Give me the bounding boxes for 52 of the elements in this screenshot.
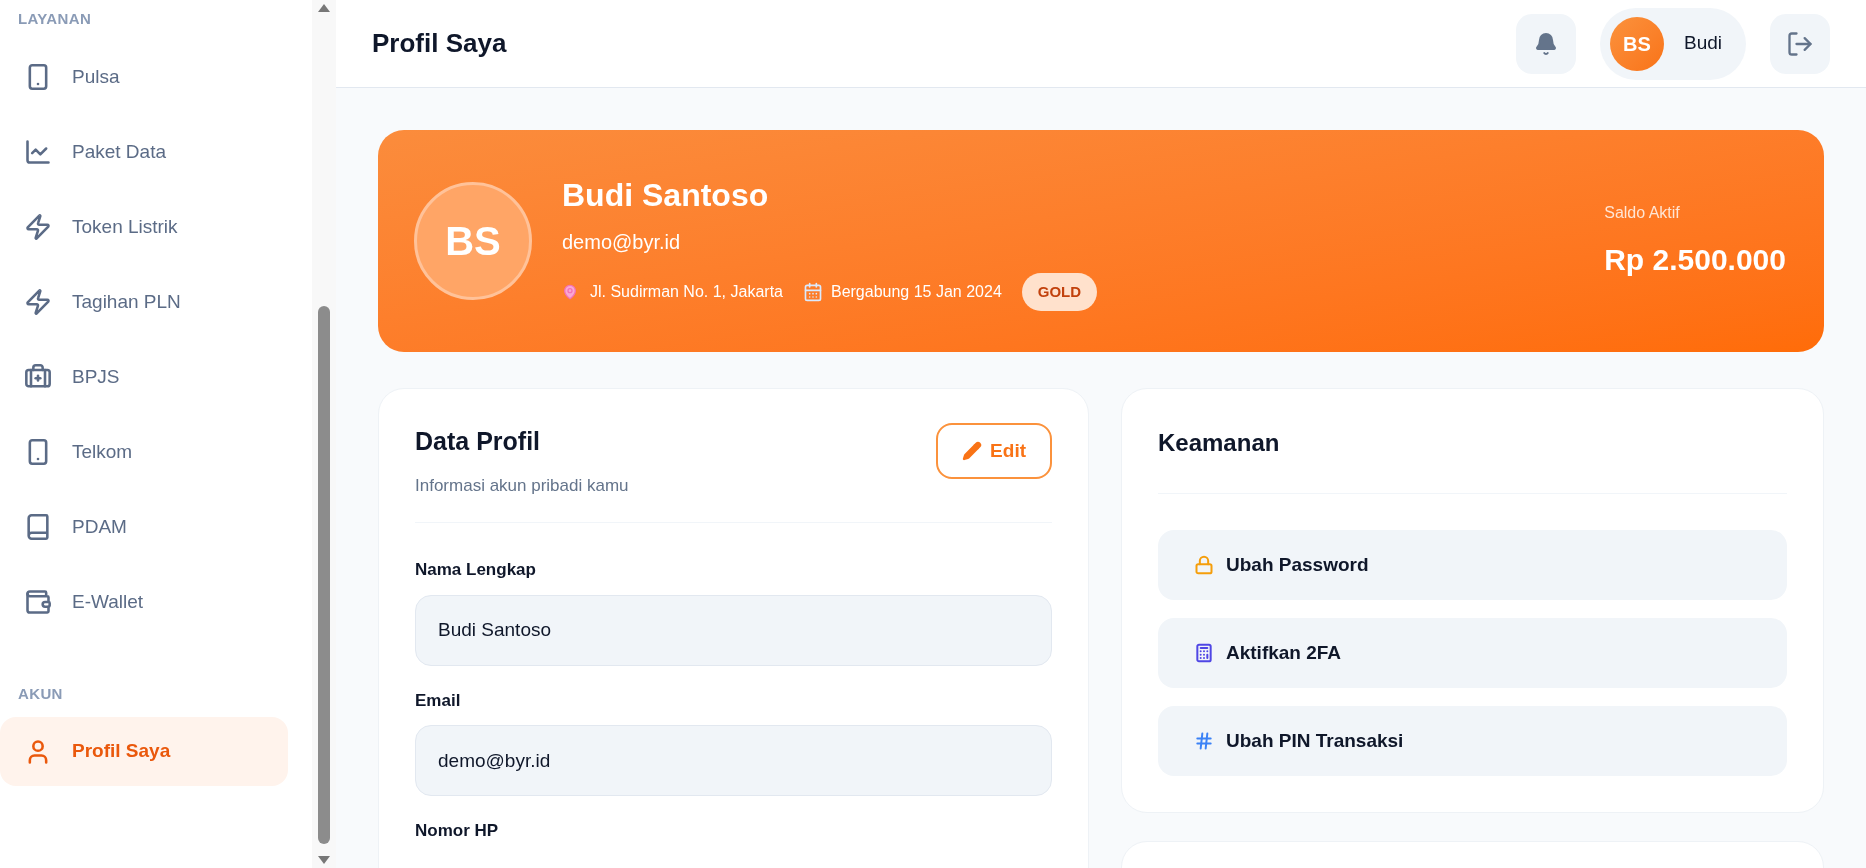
sidebar-item[interactable]: Profil Saya <box>0 717 288 786</box>
join-date: Bergabung 15 Jan 2024 <box>830 282 1002 302</box>
tier-badge: GOLD <box>1021 272 1098 312</box>
chart-icon <box>24 138 52 166</box>
lightning-icon <box>24 288 52 316</box>
security-action-button[interactable]: Ubah Password <box>1158 530 1787 600</box>
field-label: Nama Lengkap <box>415 559 537 581</box>
scrollbar[interactable] <box>312 0 336 868</box>
sidebar-item[interactable]: E-Wallet <box>0 567 288 637</box>
balance-label: Saldo Aktif <box>1604 202 1681 223</box>
user-email: demo@byr.id <box>562 229 682 255</box>
card-subtitle: Informasi akun pribadi kamu <box>415 474 629 497</box>
edit-button[interactable]: Edit <box>936 423 1052 479</box>
pencil-icon <box>962 441 983 461</box>
card-title: Data Profil <box>415 426 542 457</box>
user-name: Budi Santoso <box>562 175 770 215</box>
sidebar-item[interactable]: Telkom <box>0 417 288 487</box>
book-icon <box>24 513 52 541</box>
card-title: Keamanan <box>1158 425 1787 494</box>
bell-icon <box>1533 31 1558 56</box>
security-action-button[interactable]: Aktifkan 2FA <box>1158 618 1787 688</box>
security-action-button[interactable]: Ubah PIN Transaksi <box>1158 706 1787 776</box>
notification-button[interactable] <box>1515 13 1576 74</box>
number-keypad-icon <box>1194 731 1214 751</box>
sidebar-item[interactable]: BPJS <box>0 342 288 412</box>
wallet-icon <box>24 588 52 616</box>
user-menu-button[interactable]: BS Budi <box>1599 7 1746 80</box>
sidebar-item[interactable]: Token Listrik <box>0 192 288 262</box>
sidebar-item[interactable]: Pulsa <box>0 42 288 112</box>
text-field[interactable]: Budi Santoso <box>415 594 1052 666</box>
sidebar-item[interactable]: PDAM <box>0 492 288 562</box>
lightning-icon <box>24 213 52 241</box>
page-title: Profil Saya <box>372 27 507 60</box>
logout-icon <box>1786 29 1814 58</box>
field-label: Email <box>415 689 462 712</box>
avatar: BS <box>414 182 532 300</box>
calendar-icon <box>802 282 823 302</box>
calculator-icon <box>1194 643 1214 663</box>
medical-kit-icon <box>24 363 52 391</box>
logout-button[interactable] <box>1770 13 1830 74</box>
balance-amount: Rp 2.500.000 <box>1604 241 1786 278</box>
pin-icon <box>562 284 578 300</box>
user-name: Budi <box>1683 31 1722 56</box>
address: Jl. Sudirman No. 1, Jakarta <box>590 282 783 302</box>
lock-icon <box>1194 555 1214 575</box>
section-heading: LAYANAN <box>17 9 93 29</box>
sidebar-item[interactable]: Tagihan PLN <box>0 267 288 337</box>
section-heading: AKUN <box>17 683 64 704</box>
text-field[interactable]: demo@byr.id <box>415 725 1052 796</box>
sidebar-item[interactable]: Paket Data <box>0 117 288 187</box>
avatar: BS <box>1609 16 1664 71</box>
field-label: Nomor HP <box>415 820 500 842</box>
